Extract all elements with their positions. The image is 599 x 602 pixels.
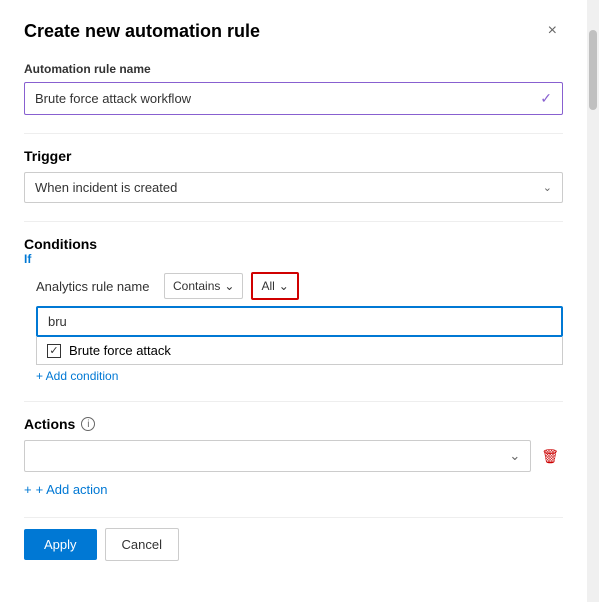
conditions-section: Conditions If Analytics rule name Contai… — [24, 236, 563, 383]
divider-2 — [24, 221, 563, 222]
checkbox-checkmark-icon: ✓ — [49, 344, 58, 357]
dropdown-container: ✓ Brute force attack — [24, 306, 563, 365]
add-action-button[interactable]: + + Add action — [24, 482, 563, 497]
cancel-button[interactable]: Cancel — [105, 528, 179, 561]
scrollbar[interactable] — [587, 0, 599, 602]
action-row: ⌄ 🗑 — [24, 440, 563, 472]
add-condition-button[interactable]: + Add condition — [24, 369, 118, 383]
actions-section: Actions i ⌄ 🗑 + + Add action — [24, 416, 563, 497]
rule-name-label: Automation rule name — [24, 62, 563, 76]
create-automation-dialog: Create new automation rule × Automation … — [0, 0, 599, 602]
footer: Apply Cancel — [24, 517, 563, 561]
if-label: If — [24, 252, 563, 266]
dialog-title: Create new automation rule — [24, 21, 260, 42]
trigger-select[interactable]: When incident is created ⌄ — [24, 172, 563, 203]
actions-info-icon[interactable]: i — [81, 417, 95, 431]
brute-force-checkbox[interactable]: ✓ — [47, 344, 61, 358]
trigger-value: When incident is created — [35, 180, 177, 195]
condition-field-label: Analytics rule name — [36, 279, 156, 294]
add-action-label: + Add action — [36, 482, 108, 497]
rule-name-section: Automation rule name ✓ — [24, 62, 563, 115]
divider-3 — [24, 401, 563, 402]
value-chevron-icon: ⌄ — [279, 279, 289, 293]
trigger-chevron-icon: ⌄ — [543, 181, 552, 194]
close-button[interactable]: × — [542, 20, 563, 42]
brute-force-label: Brute force attack — [69, 343, 171, 358]
condition-operator-value: Contains — [173, 279, 220, 293]
dropdown-options: ✓ Brute force attack — [36, 337, 563, 365]
trigger-label: Trigger — [24, 148, 563, 164]
dialog-header: Create new automation rule × — [24, 20, 563, 42]
rule-name-input-wrapper: ✓ — [24, 82, 563, 115]
action-chevron-icon: ⌄ — [509, 448, 520, 464]
delete-action-icon[interactable]: 🗑 — [537, 444, 563, 469]
condition-value-select[interactable]: All ⌄ — [251, 272, 298, 300]
condition-search-input[interactable] — [36, 306, 563, 337]
dropdown-option-brute-force[interactable]: ✓ Brute force attack — [37, 337, 562, 364]
actions-header: Actions i — [24, 416, 563, 432]
condition-row: Analytics rule name Contains ⌄ All ⌄ — [24, 272, 563, 300]
condition-value-text: All — [261, 279, 274, 293]
action-select[interactable]: ⌄ — [24, 440, 531, 472]
plus-icon: + — [24, 482, 32, 497]
actions-label: Actions — [24, 416, 75, 432]
divider-1 — [24, 133, 563, 134]
operator-chevron-icon: ⌄ — [224, 279, 234, 293]
conditions-label: Conditions — [24, 236, 97, 252]
apply-button[interactable]: Apply — [24, 529, 97, 560]
condition-operator-select[interactable]: Contains ⌄ — [164, 273, 243, 299]
dialog-content: Create new automation rule × Automation … — [0, 0, 587, 602]
valid-checkmark-icon: ✓ — [540, 90, 552, 107]
trigger-section: Trigger When incident is created ⌄ — [24, 148, 563, 203]
rule-name-input[interactable] — [35, 91, 540, 106]
scrollbar-thumb[interactable] — [589, 30, 597, 110]
